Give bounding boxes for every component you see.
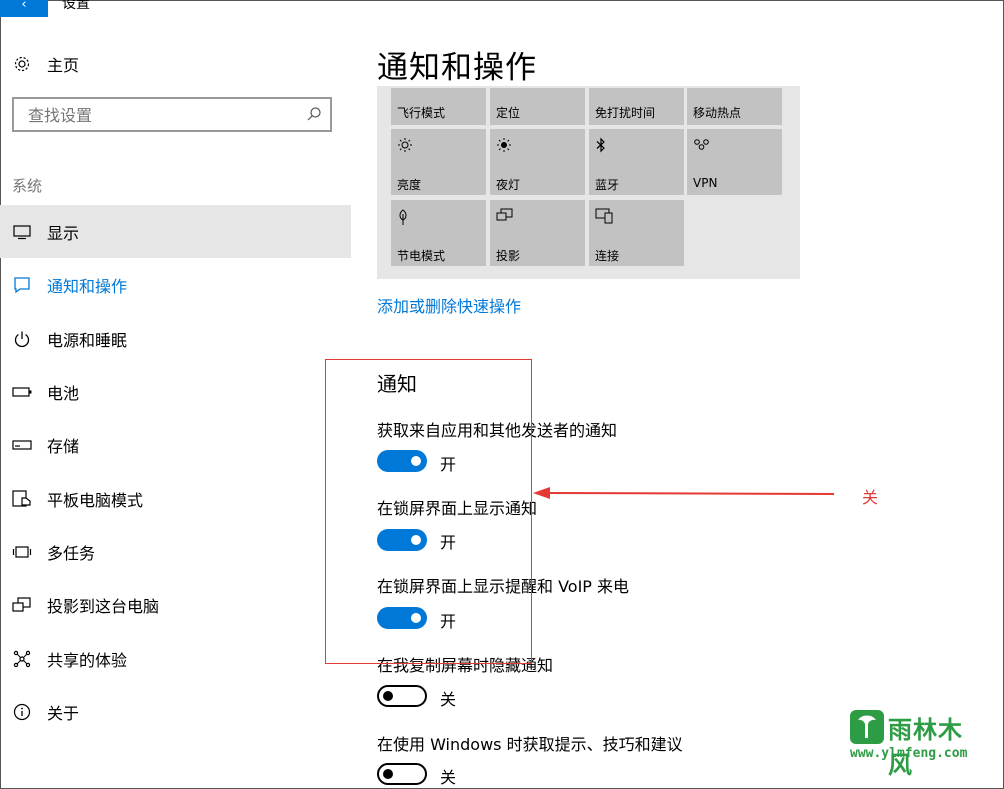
watermark: 雨林木风 www.ylmfeng.com [848, 708, 978, 779]
watermark-url: www.ylmfeng.com [850, 746, 968, 761]
watermark-title: 雨林木风 [888, 716, 963, 779]
annotation-arrow [533, 487, 835, 499]
watermark-logo-icon [850, 710, 884, 744]
annotation-text: 关 [862, 488, 879, 507]
